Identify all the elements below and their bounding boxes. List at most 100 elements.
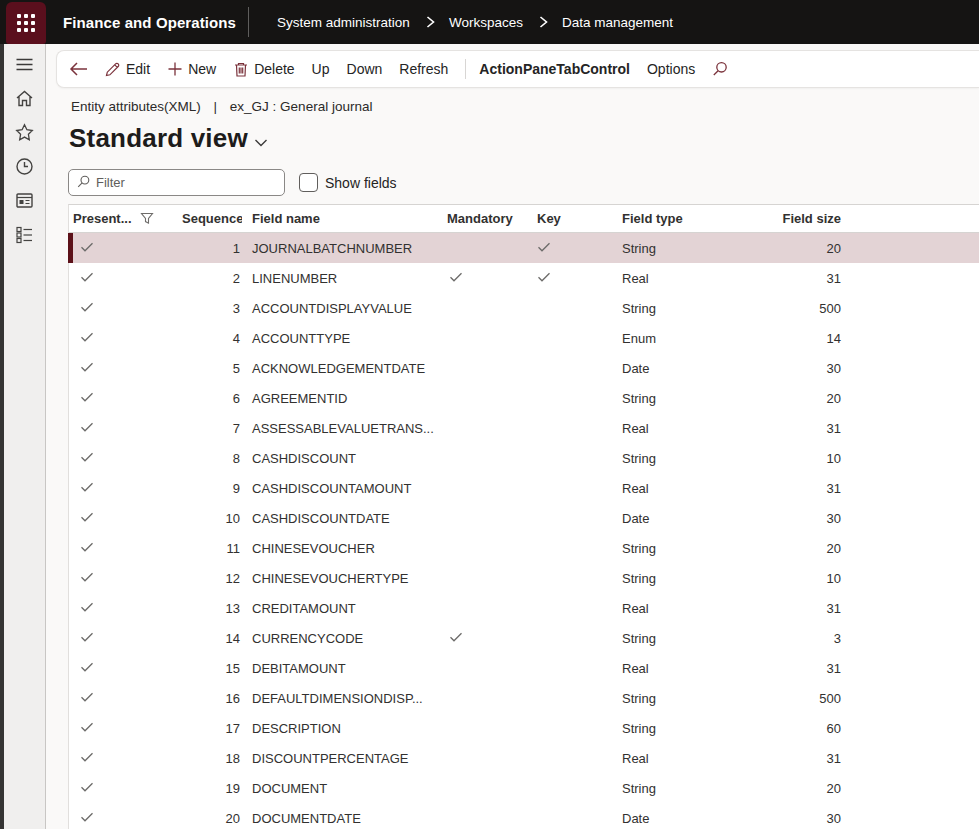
field-type-cell: String [602, 451, 757, 466]
table-row[interactable]: 3ACCOUNTDISPLAYVALUEString500 [69, 293, 979, 323]
plus-icon [167, 61, 183, 77]
field-type-cell: Date [602, 361, 757, 376]
modules-list-icon[interactable] [14, 223, 36, 245]
sequence-cell: 19 [182, 781, 242, 796]
filter-input-box[interactable] [68, 169, 285, 196]
topbar-divider [248, 7, 249, 37]
field-type-cell: Enum [602, 331, 757, 346]
up-button[interactable]: Up [312, 61, 330, 77]
field-name-cell: ACKNOWLEDGEMENTDATE [242, 361, 437, 376]
breadcrumb-item-workspaces[interactable]: Workspaces [449, 15, 523, 30]
filter-input[interactable] [96, 175, 266, 190]
present-checkmark [69, 361, 182, 376]
table-row[interactable]: 12CHINESEVOUCHERTYPEString10 [69, 563, 979, 593]
field-name-cell: ACCOUNTTYPE [242, 331, 437, 346]
column-header-present[interactable]: Present... [69, 211, 182, 226]
present-checkmark [69, 511, 182, 526]
workspaces-icon[interactable] [14, 189, 36, 211]
filter-funnel-icon[interactable] [140, 212, 154, 225]
breadcrumb-item-system-administration[interactable]: System administration [277, 15, 410, 30]
new-button[interactable]: New [167, 61, 216, 77]
key-checkmark [527, 271, 602, 286]
search-icon[interactable] [712, 61, 728, 77]
table-row[interactable]: 20DOCUMENTDATEDate30 [69, 803, 979, 829]
field-name-cell: CURRENCYCODE [242, 631, 437, 646]
table-row[interactable]: 2LINENUMBERReal31 [69, 263, 979, 293]
breadcrumb-item-data-management[interactable]: Data management [562, 15, 673, 30]
column-header-key[interactable]: Key [527, 211, 602, 226]
table-row[interactable]: 11CHINESEVOUCHERString20 [69, 533, 979, 563]
hamburger-menu-icon[interactable] [14, 53, 36, 75]
field-name-cell: CREDITAMOUNT [242, 601, 437, 616]
sequence-cell: 14 [182, 631, 242, 646]
table-row[interactable]: 16DEFAULTDIMENSIONDISP...String500 [69, 683, 979, 713]
field-size-cell: 30 [757, 361, 847, 376]
sidebar [4, 44, 46, 829]
sequence-cell: 2 [182, 271, 242, 286]
table-row[interactable]: 19DOCUMENTString20 [69, 773, 979, 803]
app-launcher-button[interactable] [6, 2, 46, 44]
refresh-button[interactable]: Refresh [399, 61, 448, 77]
present-checkmark [69, 811, 182, 826]
chevron-down-icon[interactable] [254, 134, 268, 152]
table-row[interactable]: 17DESCRIPTIONString60 [69, 713, 979, 743]
table-row[interactable]: 6AGREEMENTIDString20 [69, 383, 979, 413]
table-row[interactable]: 14CURRENCYCODEString3 [69, 623, 979, 653]
field-type-cell: String [602, 631, 757, 646]
table-row[interactable]: 1JOURNALBATCHNUMBERString20 [69, 233, 979, 263]
field-name-cell: CHINESEVOUCHERTYPE [242, 571, 437, 586]
field-type-cell: String [602, 571, 757, 586]
action-pane-toolbar: Edit New Delete Up Down Refresh ActionPa… [56, 50, 979, 88]
delete-button[interactable]: Delete [233, 61, 294, 78]
back-button[interactable] [69, 61, 88, 77]
options-button[interactable]: Options [647, 61, 695, 77]
sequence-cell: 18 [182, 751, 242, 766]
column-header-mandatory[interactable]: Mandatory [437, 211, 527, 226]
field-type-cell: Date [602, 811, 757, 826]
sequence-cell: 10 [182, 511, 242, 526]
table-row[interactable]: 7ASSESSABLEVALUETRANS...Real31 [69, 413, 979, 443]
sequence-cell: 7 [182, 421, 242, 436]
favorites-star-icon[interactable] [14, 121, 36, 143]
main-content: Edit New Delete Up Down Refresh ActionPa… [46, 44, 979, 829]
table-row[interactable]: 18DISCOUNTPERCENTAGEReal31 [69, 743, 979, 773]
table-row[interactable]: 10CASHDISCOUNTDATEDate30 [69, 503, 979, 533]
edit-button[interactable]: Edit [104, 61, 150, 78]
down-button[interactable]: Down [347, 61, 383, 77]
table-row[interactable]: 8CASHDISCOUNTString10 [69, 443, 979, 473]
field-type-cell: String [602, 391, 757, 406]
column-header-field-name[interactable]: Field name [242, 211, 437, 226]
table-row[interactable]: 9CASHDISCOUNTAMOUNTReal31 [69, 473, 979, 503]
field-type-cell: Real [602, 481, 757, 496]
show-fields-label: Show fields [325, 175, 397, 191]
sequence-cell: 3 [182, 301, 242, 316]
sequence-cell: 8 [182, 451, 242, 466]
field-type-cell: Real [602, 601, 757, 616]
table-row[interactable]: 4ACCOUNTTYPEEnum14 [69, 323, 979, 353]
table-row[interactable]: 15DEBITAMOUNTReal31 [69, 653, 979, 683]
chevron-right-icon [423, 15, 436, 29]
entity-attributes-grid: Present... Sequence Field name Mandatory… [68, 204, 979, 829]
show-fields-checkbox[interactable] [299, 173, 318, 192]
field-name-cell: CASHDISCOUNTDATE [242, 511, 437, 526]
table-row[interactable]: 13CREDITAMOUNTReal31 [69, 593, 979, 623]
field-name-cell: JOURNALBATCHNUMBER [242, 241, 437, 256]
trash-icon [233, 61, 249, 78]
column-header-field-type[interactable]: Field type [602, 211, 757, 226]
column-header-field-size[interactable]: Field size [757, 211, 847, 226]
action-pane-tab-control[interactable]: ActionPaneTabControl [479, 61, 630, 77]
field-size-cell: 20 [757, 241, 847, 256]
pencil-icon [104, 61, 121, 78]
table-header: Present... Sequence Field name Mandatory… [69, 205, 979, 233]
field-type-cell: String [602, 781, 757, 796]
field-type-cell: Real [602, 421, 757, 436]
field-size-cell: 31 [757, 661, 847, 676]
table-row[interactable]: 5ACKNOWLEDGEMENTDATEDate30 [69, 353, 979, 383]
sequence-cell: 16 [182, 691, 242, 706]
present-checkmark [69, 241, 182, 256]
column-header-sequence[interactable]: Sequence [182, 211, 242, 226]
app-title[interactable]: Finance and Operations [63, 14, 236, 31]
recent-clock-icon[interactable] [14, 155, 36, 177]
home-icon[interactable] [14, 87, 36, 109]
field-size-cell: 500 [757, 691, 847, 706]
